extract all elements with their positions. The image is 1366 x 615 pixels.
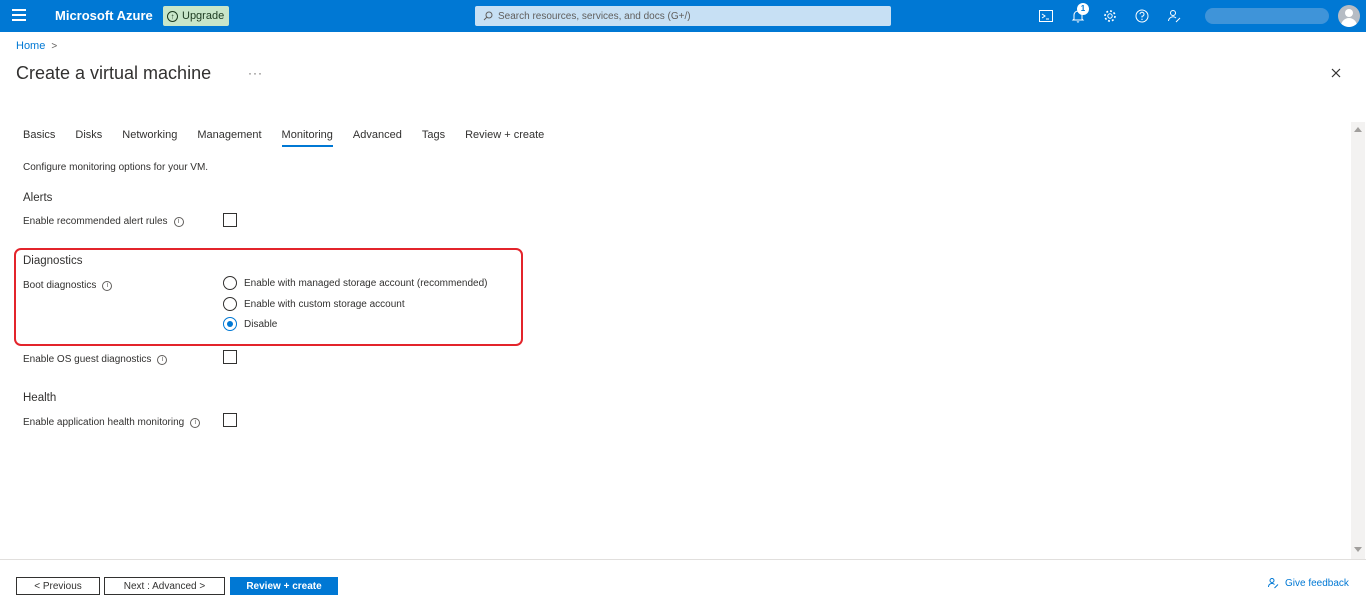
feedback-person-icon[interactable] <box>1166 8 1182 24</box>
tab-tags[interactable]: Tags <box>422 129 445 147</box>
os-guest-diagnostics-checkbox[interactable] <box>223 350 237 364</box>
boot-option-custom[interactable]: Enable with custom storage account <box>223 297 405 311</box>
radio-button[interactable] <box>223 276 237 290</box>
tab-advanced[interactable]: Advanced <box>353 129 402 147</box>
boot-diagnostics-label: Boot diagnostics i <box>23 280 113 291</box>
boot-option-disable[interactable]: Disable <box>223 317 277 331</box>
info-icon[interactable]: i <box>190 417 201 428</box>
notifications-badge: 1 <box>1077 3 1089 15</box>
boot-option-managed-label: Enable with managed storage account (rec… <box>244 277 488 289</box>
close-icon[interactable] <box>1329 66 1343 80</box>
breadcrumb-home-link[interactable]: Home <box>16 40 45 52</box>
health-heading: Health <box>23 392 57 404</box>
app-health-monitoring-text: Enable application health monitoring <box>23 417 185 428</box>
vertical-scrollbar[interactable] <box>1351 122 1365 559</box>
diagnostics-heading: Diagnostics <box>23 255 83 267</box>
search-placeholder: Search resources, services, and docs (G+… <box>498 10 691 22</box>
breadcrumb: Home > <box>16 40 57 52</box>
menu-icon[interactable] <box>12 9 26 23</box>
radio-button[interactable] <box>223 297 237 311</box>
avatar[interactable] <box>1338 5 1360 27</box>
info-icon[interactable]: i <box>157 354 168 365</box>
scroll-up-arrow-icon[interactable] <box>1354 127 1362 132</box>
radio-button-selected[interactable] <box>223 317 237 331</box>
breadcrumb-chevron-icon: > <box>51 40 58 52</box>
tab-management[interactable]: Management <box>197 129 261 147</box>
upgrade-arrow-icon: ↑ <box>167 10 178 22</box>
recommended-alert-rules-checkbox[interactable] <box>223 213 237 227</box>
give-feedback-label: Give feedback <box>1285 577 1349 589</box>
app-health-monitoring-label: Enable application health monitoring i <box>23 417 201 428</box>
recommended-alert-rules-text: Enable recommended alert rules <box>23 216 168 227</box>
boot-option-custom-label: Enable with custom storage account <box>244 298 405 310</box>
cloud-shell-icon[interactable] <box>1038 8 1054 24</box>
settings-gear-icon[interactable] <box>1102 8 1118 24</box>
boot-option-managed[interactable]: Enable with managed storage account (rec… <box>223 276 487 290</box>
info-icon[interactable]: i <box>173 216 184 227</box>
help-icon[interactable] <box>1134 8 1150 24</box>
review-create-button[interactable]: Review + create <box>230 577 338 595</box>
tab-disks[interactable]: Disks <box>75 129 102 147</box>
give-feedback-link[interactable]: Give feedback <box>1267 577 1349 589</box>
os-guest-diagnostics-text: Enable OS guest diagnostics <box>23 354 152 365</box>
os-guest-diagnostics-label: Enable OS guest diagnostics i <box>23 354 168 365</box>
recommended-alert-rules-label: Enable recommended alert rules i <box>23 216 184 227</box>
scroll-down-arrow-icon[interactable] <box>1354 547 1362 552</box>
footer-divider <box>0 559 1366 560</box>
tab-monitoring[interactable]: Monitoring <box>281 129 334 147</box>
tab-networking[interactable]: Networking <box>122 129 177 147</box>
alerts-heading: Alerts <box>23 192 53 204</box>
tab-bar: Basics Disks Networking Management Monit… <box>23 129 564 147</box>
page-description: Configure monitoring options for your VM… <box>23 162 209 173</box>
brand-title[interactable]: Microsoft Azure <box>55 8 153 23</box>
info-icon[interactable]: i <box>102 280 113 291</box>
upgrade-label: Upgrade <box>182 10 225 22</box>
account-info-blurred[interactable] <box>1205 8 1329 24</box>
search-icon <box>483 11 493 21</box>
top-bar: Microsoft Azure ↑ Upgrade Search resourc… <box>0 0 1366 32</box>
tab-review-create[interactable]: Review + create <box>465 129 544 147</box>
app-health-monitoring-checkbox[interactable] <box>223 413 237 427</box>
search-input[interactable]: Search resources, services, and docs (G+… <box>475 6 891 26</box>
more-options-icon[interactable]: ··· <box>248 66 263 80</box>
previous-button[interactable]: < Previous <box>16 577 100 595</box>
boot-diagnostics-text: Boot diagnostics <box>23 280 97 291</box>
feedback-icon <box>1267 578 1279 589</box>
page-title: Create a virtual machine <box>16 63 212 83</box>
boot-option-disable-label: Disable <box>244 318 278 330</box>
tab-basics[interactable]: Basics <box>23 129 55 147</box>
next-advanced-button[interactable]: Next : Advanced > <box>104 577 225 595</box>
upgrade-button[interactable]: ↑ Upgrade <box>163 6 230 26</box>
